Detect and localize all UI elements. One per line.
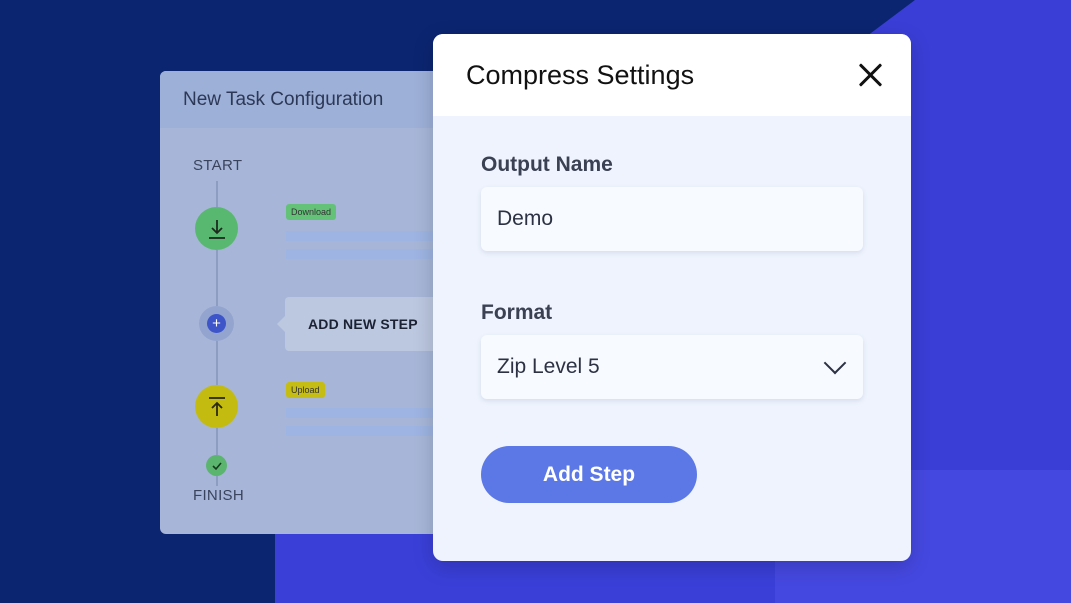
timeline-connector xyxy=(216,250,218,306)
download-step-node[interactable] xyxy=(195,207,238,250)
dialog-header: Compress Settings xyxy=(433,34,911,116)
download-icon xyxy=(208,219,225,239)
upload-icon xyxy=(208,396,225,416)
timeline-connector xyxy=(216,181,218,207)
timeline-connector xyxy=(216,341,218,385)
format-label: Format xyxy=(481,301,553,324)
finish-node xyxy=(206,455,227,476)
panel-title: New Task Configuration xyxy=(160,71,470,128)
output-name-label: Output Name xyxy=(481,153,613,176)
timeline-connector xyxy=(216,428,218,455)
step-tag: Upload xyxy=(286,382,325,398)
chevron-down-icon xyxy=(823,351,847,375)
plus-icon: + xyxy=(207,314,226,333)
timeline-connector xyxy=(216,476,218,486)
check-icon xyxy=(211,461,222,470)
format-select[interactable]: Zip Level 5 xyxy=(481,335,863,399)
step-tag: Download xyxy=(286,204,337,220)
close-icon[interactable] xyxy=(855,60,885,90)
task-configuration-panel: New Task Configuration START Download + … xyxy=(160,71,470,534)
format-select-value: Zip Level 5 xyxy=(497,355,600,378)
add-step-node[interactable]: + xyxy=(199,306,234,341)
start-label: START xyxy=(193,157,243,174)
add-step-button[interactable]: Add Step xyxy=(481,446,697,503)
dialog-title: Compress Settings xyxy=(466,59,695,90)
output-name-input[interactable]: Demo xyxy=(481,187,863,251)
compress-settings-dialog: Compress Settings Output Name Demo Forma… xyxy=(433,34,911,561)
finish-label: FINISH xyxy=(193,487,244,504)
upload-step-node[interactable] xyxy=(195,385,238,428)
